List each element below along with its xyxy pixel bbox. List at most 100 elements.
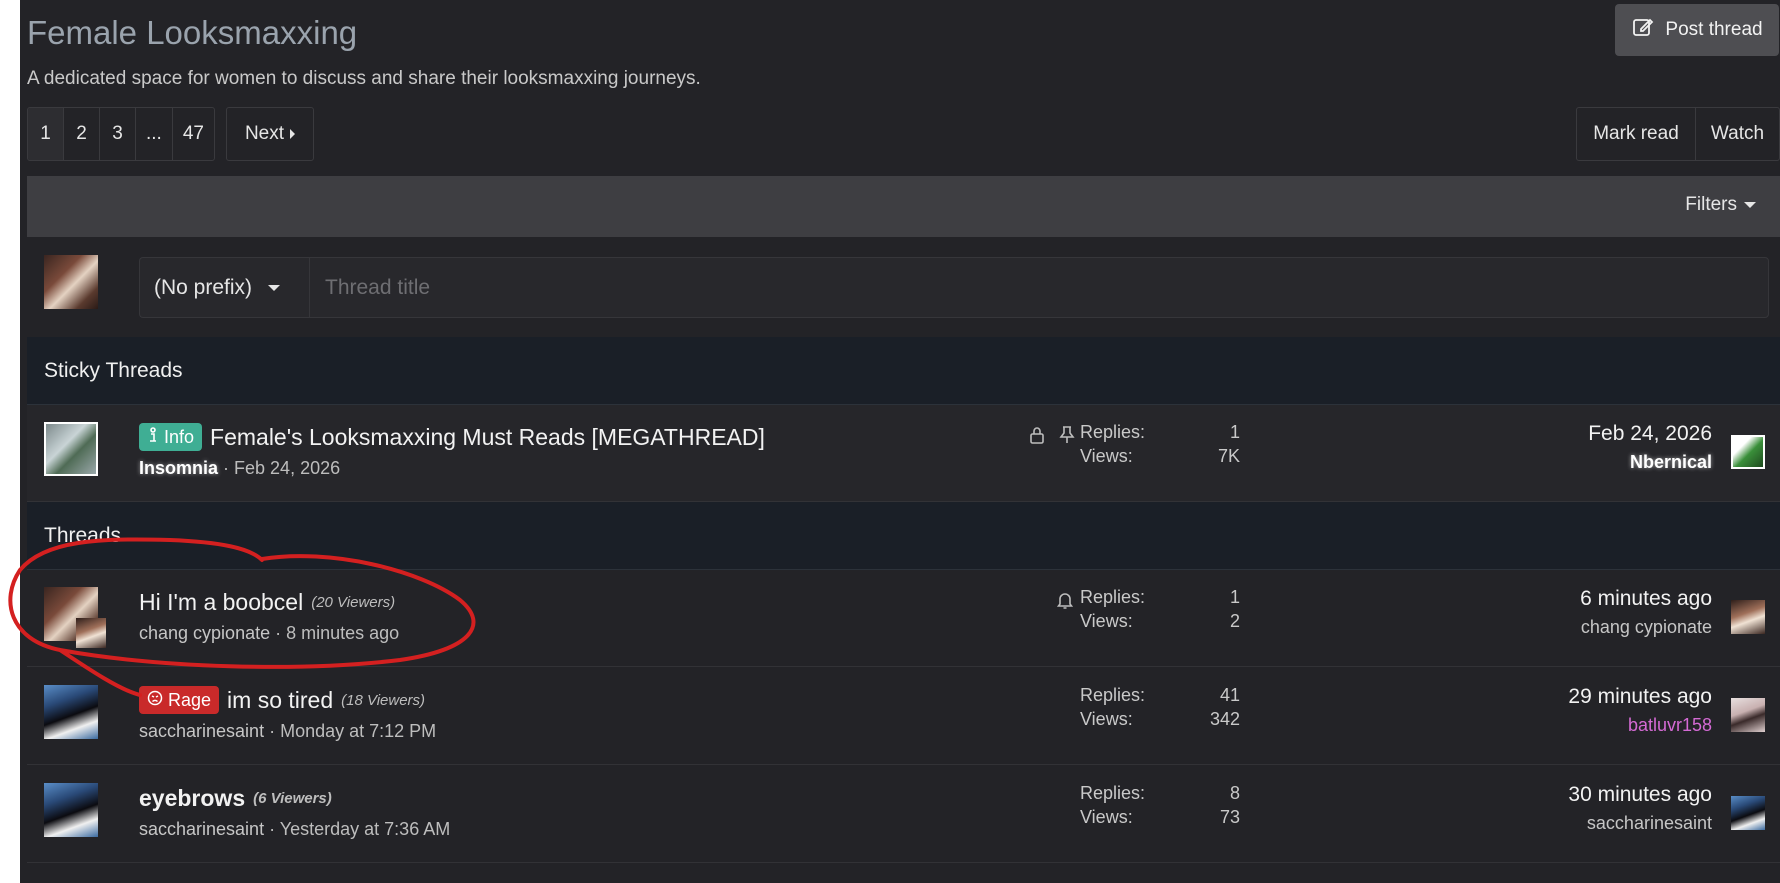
thread-title-link[interactable]: Female's Looksmaxxing Must Reads [MEGATH… bbox=[210, 424, 765, 451]
prefix-select[interactable]: (No prefix) bbox=[139, 257, 309, 318]
avatar[interactable] bbox=[44, 783, 98, 837]
page-link-2[interactable]: 2 bbox=[64, 108, 100, 160]
latest-avatar[interactable] bbox=[1731, 796, 1765, 830]
thread-date: 8 minutes ago bbox=[286, 623, 400, 643]
threads-header: Threads bbox=[27, 502, 1780, 570]
views-label: Views: bbox=[1080, 611, 1133, 631]
mark-read-button[interactable]: Mark read bbox=[1577, 108, 1696, 160]
next-page-button[interactable]: Next bbox=[226, 107, 314, 161]
forum-page: Female Looksmaxxing A dedicated space fo… bbox=[20, 0, 1780, 883]
filter-bar: Filters bbox=[27, 176, 1780, 237]
views-count: 7K bbox=[1217, 446, 1240, 466]
page-link-1[interactable]: 1 bbox=[28, 108, 64, 160]
views-count: 342 bbox=[1209, 709, 1240, 729]
filters-label: Filters bbox=[1685, 194, 1737, 215]
views-label: Views: bbox=[1080, 446, 1133, 466]
status-icons bbox=[1027, 425, 1077, 450]
thread-meta: chang cypionate · 8 minutes ago bbox=[139, 623, 400, 643]
page-title: Female Looksmaxxing bbox=[27, 14, 358, 51]
left-gutter bbox=[0, 0, 20, 883]
latest-avatar[interactable] bbox=[1731, 435, 1765, 469]
thread-meta: saccharinesaint · Yesterday at 7:36 AM bbox=[139, 819, 451, 839]
avatar[interactable] bbox=[44, 685, 98, 739]
post-thread-button[interactable]: Post thread bbox=[1615, 4, 1779, 56]
thread-author[interactable]: saccharinesaint bbox=[139, 721, 264, 741]
thread-row: Rage im so tired (18 Viewers) saccharine… bbox=[27, 668, 1780, 765]
quick-thread-form: (No prefix) bbox=[27, 237, 1780, 337]
latest-user[interactable]: saccharinesaint bbox=[1568, 813, 1712, 834]
replies-count: 1 bbox=[1229, 587, 1240, 607]
latest-date[interactable]: 6 minutes ago bbox=[1580, 587, 1712, 611]
prefix-value: (No prefix) bbox=[154, 275, 253, 299]
thread-stats: Replies: 1 Views: 7K bbox=[1080, 422, 1240, 470]
viewer-count: (6 Viewers) bbox=[253, 789, 332, 807]
info-icon bbox=[147, 426, 159, 448]
views-label: Views: bbox=[1080, 807, 1133, 827]
thread-main: Rage im so tired (18 Viewers) saccharine… bbox=[139, 684, 436, 742]
avatar[interactable] bbox=[44, 422, 98, 476]
latest-poster-mini-avatar[interactable] bbox=[76, 618, 106, 648]
thread-row: eyebrows (6 Viewers) saccharinesaint · Y… bbox=[27, 766, 1780, 863]
thread-stats: Replies: 41 Views: 342 bbox=[1080, 685, 1240, 733]
lock-icon bbox=[1027, 425, 1047, 450]
latest-user[interactable]: Nbernical bbox=[1588, 452, 1712, 473]
latest-user[interactable]: batluvr158 bbox=[1568, 715, 1712, 736]
thread-author[interactable]: Insomnia bbox=[139, 458, 218, 478]
thread-meta: Insomnia · Feb 24, 2026 bbox=[139, 458, 341, 478]
thread-main: Info Female's Looksmaxxing Must Reads [M… bbox=[139, 421, 765, 479]
viewer-count: (18 Viewers) bbox=[341, 691, 426, 709]
page-jump-ellipsis[interactable]: ... bbox=[136, 108, 173, 160]
post-thread-label: Post thread bbox=[1665, 19, 1763, 40]
thread-date: Feb 24, 2026 bbox=[234, 458, 341, 478]
replies-label: Replies: bbox=[1080, 422, 1146, 442]
edit-icon bbox=[1631, 15, 1655, 45]
latest-date[interactable]: Feb 24, 2026 bbox=[1588, 422, 1712, 446]
views-label: Views: bbox=[1080, 709, 1133, 729]
sticky-threads-header: Sticky Threads bbox=[27, 337, 1780, 405]
thread-date: Monday at 7:12 PM bbox=[280, 721, 437, 741]
latest-post: Feb 24, 2026 Nbernical bbox=[1588, 422, 1712, 473]
latest-date[interactable]: 30 minutes ago bbox=[1568, 783, 1712, 807]
thread-row: Info Female's Looksmaxxing Must Reads [M… bbox=[27, 405, 1780, 502]
replies-label: Replies: bbox=[1080, 587, 1146, 607]
forum-description: A dedicated space for women to discuss a… bbox=[27, 68, 701, 89]
angry-face-icon bbox=[147, 690, 163, 711]
thread-stats: Replies: 1 Views: 2 bbox=[1080, 587, 1240, 635]
latest-post: 30 minutes ago saccharinesaint bbox=[1568, 783, 1712, 834]
prefix-label-info[interactable]: Info bbox=[139, 423, 203, 451]
latest-post: 6 minutes ago chang cypionate bbox=[1580, 587, 1712, 638]
latest-post: 29 minutes ago batluvr158 bbox=[1568, 685, 1712, 736]
filters-button[interactable]: Filters bbox=[1685, 194, 1756, 216]
latest-user[interactable]: chang cypionate bbox=[1580, 617, 1712, 638]
replies-label: Replies: bbox=[1080, 783, 1146, 803]
next-label: Next bbox=[244, 123, 285, 144]
page-link-last[interactable]: 47 bbox=[173, 108, 214, 160]
views-count: 2 bbox=[1229, 611, 1240, 631]
forum-actions: Mark read Watch bbox=[1576, 107, 1780, 161]
pagination: 1 2 3 ... 47 bbox=[27, 107, 215, 161]
page-link-3[interactable]: 3 bbox=[100, 108, 136, 160]
thread-title-input[interactable] bbox=[309, 257, 1769, 318]
latest-avatar[interactable] bbox=[1731, 698, 1765, 732]
thread-main: eyebrows (6 Viewers) saccharinesaint · Y… bbox=[139, 782, 450, 840]
thread-author[interactable]: saccharinesaint bbox=[139, 819, 264, 839]
thread-title-link[interactable]: eyebrows bbox=[139, 785, 245, 812]
prefix-label-rage[interactable]: Rage bbox=[139, 686, 220, 714]
pin-icon bbox=[1057, 425, 1077, 450]
watch-button[interactable]: Watch bbox=[1696, 108, 1779, 160]
replies-count: 41 bbox=[1219, 685, 1240, 705]
thread-title-link[interactable]: im so tired bbox=[227, 687, 333, 714]
replies-label: Replies: bbox=[1080, 685, 1146, 705]
replies-count: 8 bbox=[1229, 783, 1240, 803]
latest-avatar[interactable] bbox=[1731, 600, 1765, 634]
latest-date[interactable]: 29 minutes ago bbox=[1568, 685, 1712, 709]
bell-icon bbox=[1055, 590, 1075, 615]
caret-down-icon bbox=[1744, 202, 1756, 208]
status-icons bbox=[1055, 590, 1075, 615]
prefix-text: Rage bbox=[168, 689, 212, 710]
thread-author[interactable]: chang cypionate bbox=[139, 623, 270, 643]
thread-main: Hi I'm a boobcel (20 Viewers) chang cypi… bbox=[139, 586, 399, 644]
user-avatar[interactable] bbox=[44, 255, 98, 309]
chevron-down-icon bbox=[268, 284, 281, 291]
thread-title-link[interactable]: Hi I'm a boobcel bbox=[139, 589, 303, 616]
